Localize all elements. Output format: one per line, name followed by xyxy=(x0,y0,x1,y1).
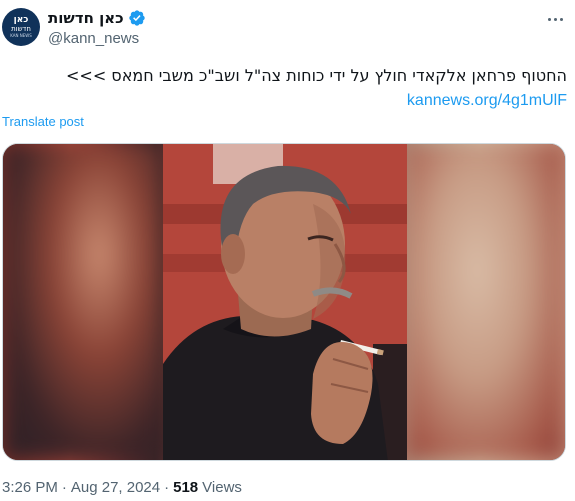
more-options-icon[interactable] xyxy=(543,12,567,26)
meta-separator: · xyxy=(61,479,67,496)
avatar-text-line1: כאן xyxy=(13,15,29,25)
more-dot xyxy=(559,17,563,21)
more-dot xyxy=(553,17,557,21)
post-time[interactable]: 3:26 PM xyxy=(2,479,58,496)
post-date[interactable]: Aug 27, 2024 xyxy=(71,479,160,496)
avatar[interactable]: כאן חדשות KAN NEWS xyxy=(2,8,40,46)
verified-badge-icon xyxy=(129,10,145,26)
name-row: כאן חדשות xyxy=(48,9,146,27)
avatar-text-line2: חדשות xyxy=(11,25,31,33)
media-blur-right xyxy=(405,144,565,460)
post-link[interactable]: kannews.org/4g1mUlF xyxy=(407,90,567,112)
views-label: Views xyxy=(202,479,242,496)
tweet: כאן חדשות KAN NEWS כאן חדשות @kann_news … xyxy=(0,0,575,501)
photo-illustration xyxy=(163,144,407,460)
media-blur-left xyxy=(3,144,163,460)
post-text: החטוף פרחאן אלקאדי חולץ על ידי כוחות צה"… xyxy=(66,66,567,85)
meta-separator: · xyxy=(164,479,170,496)
translate-post-link[interactable]: Translate post xyxy=(2,114,84,129)
photo-image xyxy=(163,144,407,460)
post-media[interactable] xyxy=(2,143,566,461)
views-count: 518 xyxy=(173,479,199,496)
display-name[interactable]: כאן חדשות xyxy=(48,9,124,27)
more-dot xyxy=(547,17,551,21)
avatar-text-line3: KAN NEWS xyxy=(10,33,32,38)
post-meta: 3:26 PM · Aug 27, 2024 · 518 Views xyxy=(2,479,242,496)
handle[interactable]: @kann_news xyxy=(48,30,139,47)
